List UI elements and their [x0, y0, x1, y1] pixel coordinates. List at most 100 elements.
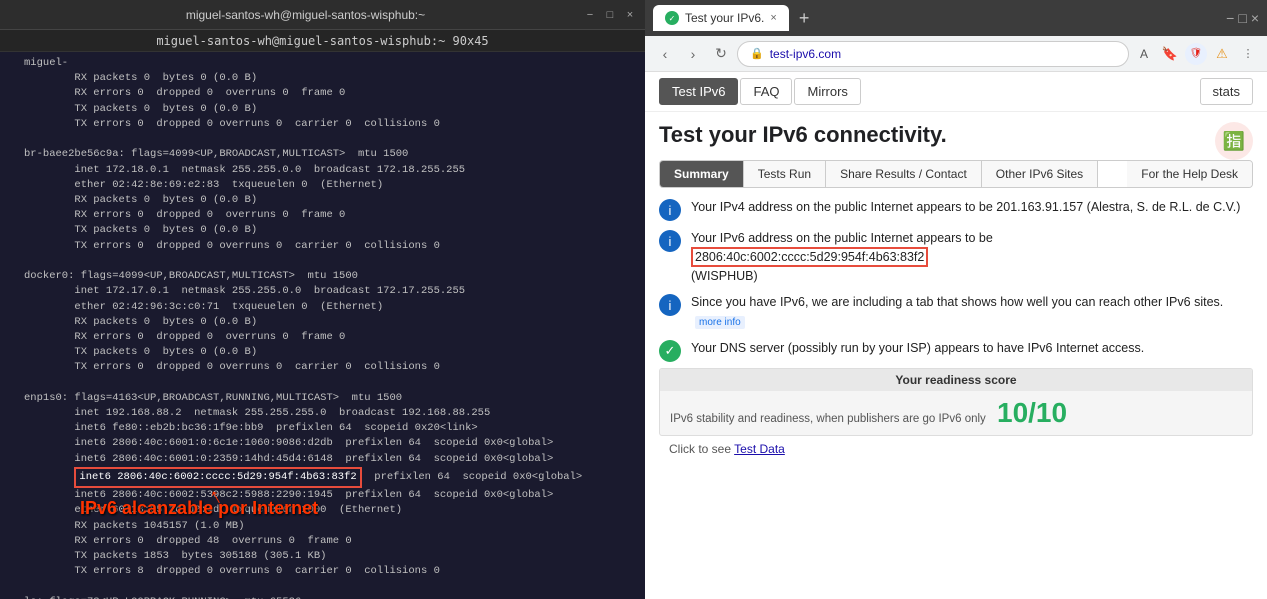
terminal-line — [24, 376, 637, 391]
score-number: 10/10 — [997, 397, 1067, 428]
address-text: test-ipv6.com — [770, 47, 1116, 61]
terminal-line: TX errors 0 dropped 0 overruns 0 carrier… — [24, 239, 637, 254]
terminal-line: RX errors 0 dropped 0 overruns 0 frame 0 — [24, 86, 637, 101]
readiness-score-text: IPv6 stability and readiness, when publi… — [660, 391, 1252, 435]
nav-tab-faq[interactable]: FAQ — [740, 78, 792, 105]
result-item-dns: ✓ Your DNS server (possibly run by your … — [659, 339, 1253, 362]
browser-content: Test IPv6 FAQ Mirrors stats Test your IP… — [645, 72, 1267, 599]
terminal-line: enp1s0: flags=4163<UP,BROADCAST,RUNNING,… — [24, 391, 637, 406]
terminal-controls[interactable]: − □ × — [583, 8, 637, 22]
terminal-line: docker0: flags=4099<UP,BROADCAST,MULTICA… — [24, 269, 637, 284]
terminal-line: TX packets 0 bytes 0 (0.0 B) — [24, 345, 637, 360]
result-item-ipv4: i Your IPv4 address on the public Intern… — [659, 198, 1253, 221]
forward-button[interactable]: › — [681, 42, 705, 66]
window-minimize-button[interactable]: − — [1226, 10, 1234, 26]
info-icon-1: i — [659, 199, 681, 221]
bookmark-button[interactable]: 🔖 — [1159, 43, 1181, 65]
window-maximize-button[interactable]: □ — [1238, 10, 1246, 26]
nav-tab-mirrors[interactable]: Mirrors — [794, 78, 860, 105]
browser-panel: ✓ Test your IPv6. × + − □ × ‹ › ↻ 🔒 test… — [645, 0, 1267, 599]
info-icon-3: i — [659, 294, 681, 316]
terminal-line — [24, 132, 637, 147]
result-tab-other-ipv6[interactable]: Other IPv6 Sites — [982, 161, 1098, 187]
warning-icon: ⚠ — [1211, 43, 1233, 65]
translate-page-icon[interactable]: 🈯 — [1215, 122, 1253, 160]
browser-titlebar: ✓ Test your IPv6. × + − □ × — [645, 0, 1267, 36]
lock-icon: 🔒 — [750, 47, 764, 60]
test-data-link[interactable]: Test Data — [734, 442, 785, 456]
minimize-button[interactable]: − — [583, 8, 597, 22]
terminal-highlighted-line: inet6 2806:40c:6002:cccc:5d29:954f:4b63:… — [24, 467, 637, 488]
terminal-panel: miguel-santos-wh@miguel-santos-wisphub:~… — [0, 0, 645, 599]
test-data-section: Click to see Test Data — [659, 436, 1253, 462]
terminal-line: ether 02:42:8e:69:e2:83 txqueuelen 0 (Et… — [24, 178, 637, 193]
terminal-line: TX packets 0 bytes 0 (0.0 B) — [24, 102, 637, 117]
terminal-line: inet 192.168.88.2 netmask 255.255.255.0 … — [24, 406, 637, 421]
new-tab-button[interactable]: + — [795, 8, 814, 29]
terminal-line: lo: flags=73<UP,LOOPBACK,RUNNING> mtu 65… — [24, 595, 637, 599]
terminal-line: inet6 2806:40c:6001:0:6c1e:1060:9086:d2d… — [24, 436, 637, 451]
terminal-line: inet6 fe80::eb2b:bc36:1f9e:bb9 prefixlen… — [24, 421, 637, 436]
site-topnav: Test IPv6 FAQ Mirrors stats — [645, 72, 1267, 112]
result-text-ipv6: Your IPv6 address on the public Internet… — [691, 229, 993, 285]
result-tab-tests-run[interactable]: Tests Run — [744, 161, 826, 187]
ipv6-address: 2806:40c:6002:cccc:5d29:954f:4b63:83f2 — [691, 247, 928, 267]
extensions-icon: 🛡 — [1185, 43, 1207, 65]
reload-button[interactable]: ↻ — [709, 42, 733, 66]
result-item-tab-info: i Since you have IPv6, we are including … — [659, 293, 1253, 331]
maximize-button[interactable]: □ — [603, 8, 617, 22]
result-tabs: Summary Tests Run Share Results / Contac… — [659, 160, 1253, 188]
terminal-line — [24, 254, 637, 269]
result-tab-summary[interactable]: Summary — [660, 161, 744, 187]
terminal-line: RX packets 0 bytes 0 (0.0 B) — [24, 315, 637, 330]
terminal-titlebar: miguel-santos-wh@miguel-santos-wisphub:~… — [0, 0, 645, 30]
result-items: i Your IPv4 address on the public Intern… — [659, 198, 1253, 362]
browser-tab[interactable]: ✓ Test your IPv6. × — [653, 5, 789, 31]
close-button[interactable]: × — [623, 8, 637, 22]
terminal-line: TX errors 8 dropped 0 overruns 0 carrier… — [24, 564, 637, 579]
readiness-bar: Your readiness score IPv6 stability and … — [659, 368, 1253, 436]
tab-close-button[interactable]: × — [770, 12, 776, 24]
terminal-line: RX errors 0 dropped 0 overruns 0 frame 0 — [24, 208, 637, 223]
back-button[interactable]: ‹ — [653, 42, 677, 66]
result-item-ipv6: i Your IPv6 address on the public Intern… — [659, 229, 1253, 285]
terminal-line: RX errors 0 dropped 48 overruns 0 frame … — [24, 534, 637, 549]
terminal-line — [24, 579, 637, 594]
terminal-line: inet 172.18.0.1 netmask 255.255.0.0 broa… — [24, 163, 637, 178]
terminal-line: ether 02:42:96:3c:c0:71 txqueuelen 0 (Et… — [24, 300, 637, 315]
result-tab-share[interactable]: Share Results / Contact — [826, 161, 982, 187]
browser-nav: ‹ › ↻ 🔒 test-ipv6.com A 🔖 🛡 ⚠ ⋮ — [645, 36, 1267, 72]
result-text-dns: Your DNS server (possibly run by your IS… — [691, 339, 1144, 358]
tab-favicon: ✓ — [665, 11, 679, 25]
more-info-button[interactable]: more info — [695, 316, 745, 329]
terminal-line: TX packets 0 bytes 0 (0.0 B) — [24, 223, 637, 238]
address-bar[interactable]: 🔒 test-ipv6.com — [737, 41, 1129, 67]
menu-button[interactable]: ⋮ — [1237, 43, 1259, 65]
tab-title: Test your IPv6. — [685, 11, 764, 25]
terminal-line: RX packets 0 bytes 0 (0.0 B) — [24, 193, 637, 208]
terminal-line: inet 172.17.0.1 netmask 255.255.0.0 broa… — [24, 284, 637, 299]
result-tab-help-desk[interactable]: For the Help Desk — [1127, 161, 1252, 187]
terminal-title: miguel-santos-wh@miguel-santos-wisphub:~ — [28, 8, 583, 22]
nav-icons-right: A 🔖 🛡 ⚠ ⋮ — [1133, 43, 1259, 65]
result-text-tab-info: Since you have IPv6, we are including a … — [691, 293, 1253, 331]
terminal-body[interactable]: miguel- RX packets 0 bytes 0 (0.0 B) RX … — [0, 52, 645, 599]
window-close-button[interactable]: × — [1251, 10, 1259, 26]
check-icon: ✓ — [659, 340, 681, 362]
readiness-label: Your readiness score — [660, 369, 1252, 391]
info-icon-2: i — [659, 230, 681, 252]
page-title: Test your IPv6 connectivity. — [659, 122, 947, 148]
translate-button[interactable]: A — [1133, 43, 1155, 65]
terminal-line: TX packets 1853 bytes 305188 (305.1 KB) — [24, 549, 637, 564]
terminal-line: TX errors 0 dropped 0 overruns 0 carrier… — [24, 117, 637, 132]
terminal-subtitle: miguel-santos-wh@miguel-santos-wisphub:~… — [0, 30, 645, 52]
terminal-line: TX errors 0 dropped 0 overruns 0 carrier… — [24, 360, 637, 375]
terminal-line: RX errors 0 dropped 0 overruns 0 frame 0 — [24, 330, 637, 345]
annotation-text: IPv6 alcanzable por Internet — [80, 495, 318, 521]
nav-tab-stats[interactable]: stats — [1200, 78, 1253, 105]
terminal-line: RX packets 0 bytes 0 (0.0 B) — [24, 71, 637, 86]
site-content: Test your IPv6 connectivity. 🈯 Summary T… — [645, 112, 1267, 472]
terminal-line: br-baee2be56c9a: flags=4099<UP,BROADCAST… — [24, 147, 637, 162]
result-text-ipv4: Your IPv4 address on the public Internet… — [691, 198, 1240, 217]
nav-tab-test-ipv6[interactable]: Test IPv6 — [659, 78, 738, 105]
